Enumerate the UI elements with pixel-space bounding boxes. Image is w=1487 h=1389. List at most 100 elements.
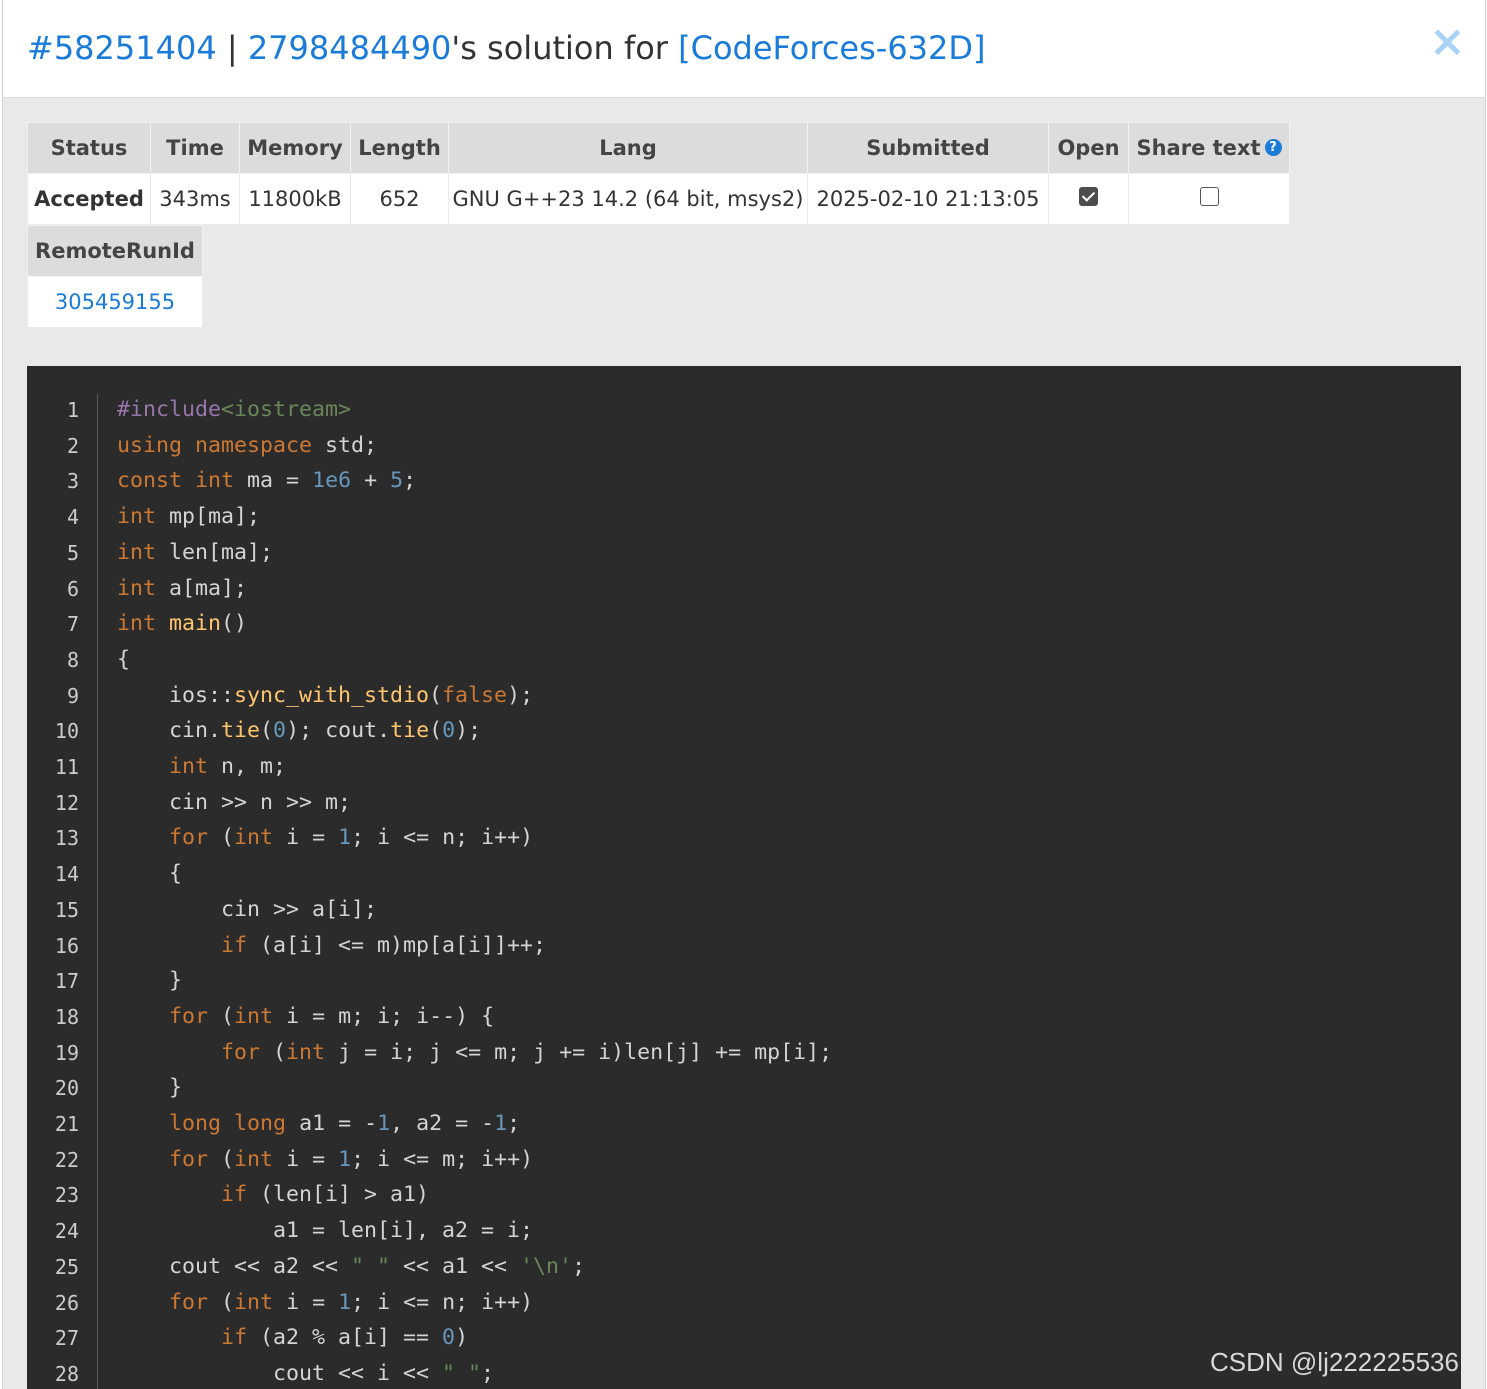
code-token: cin. xyxy=(117,718,222,744)
title-middle-text: 's solution for xyxy=(451,29,679,67)
code-line: 1 #include<iostream> xyxy=(27,392,1461,428)
code-token: " " xyxy=(351,1253,391,1279)
header-submitted: Submitted xyxy=(807,122,1049,174)
code-token: long xyxy=(169,1111,222,1136)
code-token: (a2 % a[i] == xyxy=(247,1325,443,1351)
code-text: int len[ma]; xyxy=(117,535,273,571)
header-share-text: Share text? xyxy=(1128,122,1290,174)
code-token: int xyxy=(169,754,209,779)
code-token: " " xyxy=(442,1360,482,1386)
code-token: ios:: xyxy=(117,682,235,708)
code-line: 11 int n, m; xyxy=(27,749,1461,785)
code-token: 0 xyxy=(442,718,456,744)
code-token: } xyxy=(117,1075,183,1101)
line-number: 24 xyxy=(54,1219,79,1244)
code-token: sync_with_stdio xyxy=(234,682,430,708)
code-token: using xyxy=(117,432,183,458)
code-line: 24 a1 = len[i], a2 = i; xyxy=(27,1213,1461,1249)
code-token: for xyxy=(169,825,209,851)
code-token: main xyxy=(169,611,222,637)
modal-title: #58251404 | 2798484490's solution for [C… xyxy=(27,26,986,70)
code-token: '\n' xyxy=(520,1253,573,1279)
table-header-row: RemoteRunId xyxy=(27,225,203,277)
code-token: 0 xyxy=(273,718,287,744)
code-text: if (a2 % a[i] == 0) xyxy=(117,1320,468,1356)
code-token: for xyxy=(169,1146,209,1172)
code-line: 3 const int ma = 1e6 + 5; xyxy=(27,463,1461,499)
header-open: Open xyxy=(1048,122,1129,174)
code-text: for (int i = 1; i <= n; i++) xyxy=(117,820,533,856)
code-token: ); cout. xyxy=(286,718,391,744)
code-token: len[ma]; xyxy=(156,539,274,565)
table-row: 305459155 xyxy=(27,276,203,328)
code-line: 4 int mp[ma]; xyxy=(27,499,1461,535)
code-token: cout << a2 << xyxy=(117,1253,352,1279)
code-token: (len[i] > a1) xyxy=(247,1182,430,1208)
header-lang: Lang xyxy=(448,122,808,174)
header-status: Status xyxy=(27,122,151,174)
help-icon[interactable]: ? xyxy=(1264,138,1282,156)
code-text: int main() xyxy=(117,606,247,642)
code-token: int xyxy=(286,1039,326,1065)
code-line: 20 } xyxy=(27,1070,1461,1106)
code-text: if (len[i] > a1) xyxy=(117,1177,429,1213)
code-token: ; i <= n; i++) xyxy=(351,1289,534,1315)
code-token: ; xyxy=(481,1360,495,1386)
line-number: 7 xyxy=(66,612,79,637)
code-token: 1 xyxy=(494,1111,508,1136)
code-token: ( xyxy=(208,1146,235,1172)
code-token: ( xyxy=(260,718,274,744)
code-text: for (int j = i; j <= m; j += i)len[j] +=… xyxy=(117,1035,832,1071)
share-text-checkbox[interactable] xyxy=(1199,186,1219,206)
user-link[interactable]: 2798484490 xyxy=(248,29,452,67)
code-text: cin >> a[i]; xyxy=(117,892,377,928)
line-number: 8 xyxy=(66,647,79,672)
code-token: ma = xyxy=(234,468,313,494)
code-line: 26 for (int i = 1; i <= n; i++) xyxy=(27,1285,1461,1321)
remote-run-id-cell: 305459155 xyxy=(27,276,203,328)
remote-run-id-link[interactable]: 305459155 xyxy=(55,290,175,314)
submission-id-link[interactable]: #58251404 xyxy=(27,29,217,67)
code-text: int mp[ma]; xyxy=(117,499,260,535)
open-cell xyxy=(1048,173,1129,225)
open-checkbox[interactable] xyxy=(1079,186,1098,206)
line-number: 13 xyxy=(54,826,79,851)
code-token: i = xyxy=(273,1289,339,1315)
code-line: 15 cin >> a[i]; xyxy=(27,892,1461,928)
problem-link[interactable]: [CodeForces-632D] xyxy=(678,29,985,67)
code-text: { xyxy=(117,642,130,678)
code-token: , a2 = - xyxy=(390,1111,495,1136)
line-number: 11 xyxy=(54,755,79,779)
code-token: int xyxy=(234,1003,274,1029)
line-number: 5 xyxy=(66,540,79,565)
line-number: 4 xyxy=(66,505,79,530)
code-token: cin >> a[i]; xyxy=(117,896,378,922)
status-cell: Accepted xyxy=(27,173,151,225)
code-token: std; xyxy=(312,432,378,458)
code-line: 17 } xyxy=(27,963,1461,999)
code-text: int n, m; xyxy=(117,749,286,785)
code-line: 10 cin.tie(0); cout.tie(0); xyxy=(27,713,1461,749)
code-token: ; i <= m; i++) xyxy=(351,1146,534,1172)
code-token: if xyxy=(221,1182,248,1208)
code-token: int xyxy=(117,504,157,530)
submitted-cell: 2025-02-10 21:13:05 xyxy=(807,173,1049,225)
code-token: << a1 << xyxy=(390,1253,521,1279)
memory-cell: 11800kB xyxy=(239,173,351,225)
code-token: ( xyxy=(260,1039,287,1065)
line-number: 6 xyxy=(66,576,79,601)
code-viewer[interactable]: 1 #include<iostream> 2 using namespace std;… xyxy=(27,366,1461,1389)
line-number: 14 xyxy=(54,862,79,887)
code-token: cin >> n >> m; xyxy=(117,789,352,815)
code-token: ( xyxy=(429,718,443,744)
close-icon[interactable]: × xyxy=(1429,20,1466,64)
code-token: 0 xyxy=(442,1325,456,1351)
line-number: 10 xyxy=(54,719,79,744)
title-separator: | xyxy=(216,29,248,67)
code-token: i = xyxy=(273,1146,339,1172)
code-token: int xyxy=(117,539,157,565)
code-token: int xyxy=(195,468,235,494)
